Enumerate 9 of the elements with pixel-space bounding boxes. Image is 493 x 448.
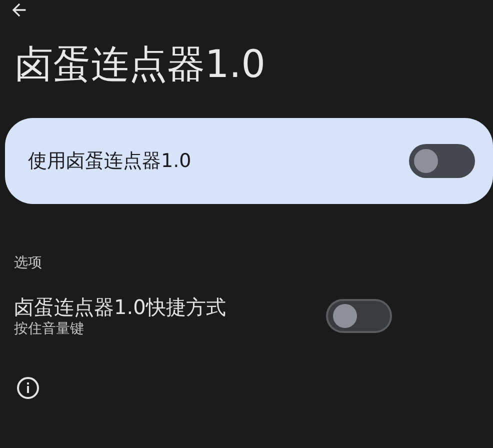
main-switch-card[interactable]: 使用卤蛋连点器1.0 bbox=[5, 118, 493, 204]
option-title: 卤蛋连点器1.0快捷方式 bbox=[14, 294, 226, 320]
toggle-switch[interactable] bbox=[409, 144, 475, 178]
toggle-switch[interactable] bbox=[326, 299, 392, 333]
info-icon bbox=[16, 376, 40, 400]
main-switch-label: 使用卤蛋连点器1.0 bbox=[28, 148, 192, 174]
section-header: 选项 bbox=[14, 254, 43, 273]
page-title: 卤蛋连点器1.0 bbox=[15, 41, 266, 88]
option-subtitle: 按住音量键 bbox=[14, 320, 85, 338]
